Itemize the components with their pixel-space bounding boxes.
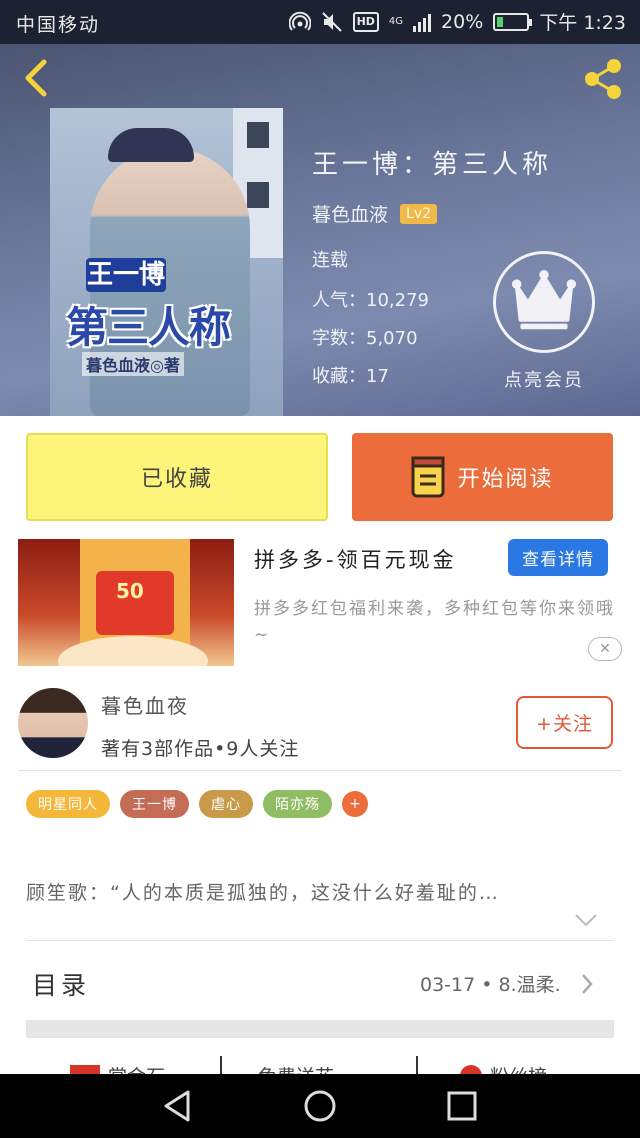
start-reading-button[interactable]: 开始阅读 <box>352 433 613 521</box>
network-type: 4G <box>388 16 404 27</box>
collected-button[interactable]: 已收藏 <box>26 433 328 521</box>
cover-cap <box>108 128 194 162</box>
divider <box>26 940 614 941</box>
tag-chip[interactable]: 陌亦殇 <box>263 790 332 818</box>
book-intro[interactable]: 顾笙歌：“人的本质是孤独的，这没什么好羞耻的… <box>26 878 500 905</box>
tab-divider <box>416 1056 418 1076</box>
divider <box>18 770 622 771</box>
tag-chip[interactable]: 王一博 <box>120 790 189 818</box>
nav-recents-icon[interactable] <box>442 1086 482 1126</box>
author-name[interactable]: 暮色血夜 <box>101 690 189 719</box>
share-icon[interactable] <box>580 56 626 102</box>
toc-latest-chapter[interactable]: 03-17 • 8.温柔. <box>420 970 561 997</box>
cover-title-line1: 王一博 <box>86 258 166 292</box>
author-level-badge: Lv2 <box>400 203 438 224</box>
book-cover[interactable]: 王一博 第三人称 暮色血液◎著 <box>50 108 283 416</box>
ad-detail-button[interactable]: 查看详情 <box>508 539 608 576</box>
mute-icon <box>321 11 342 32</box>
book-title: 王一博：第三人称 <box>312 150 553 180</box>
ad-image-amount: 50 <box>116 579 144 603</box>
follow-button[interactable]: +关注 <box>516 696 613 749</box>
chevron-down-icon[interactable] <box>574 912 598 928</box>
hd-badge: HD <box>352 11 379 32</box>
back-arrow-icon[interactable] <box>18 58 54 98</box>
ad-image[interactable]: 50 <box>18 539 234 666</box>
start-reading-label: 开始阅读 <box>457 467 554 492</box>
system-nav-bar <box>0 1074 640 1138</box>
book-author[interactable]: 暮色血液 <box>312 200 388 227</box>
author-avatar[interactable] <box>18 688 88 758</box>
cover-title-line2: 第三人称 <box>66 303 231 352</box>
clock: 下午 1:23 <box>539 12 626 34</box>
book-author-row: 暮色血液 Lv2 <box>312 200 438 227</box>
nav-back-icon[interactable] <box>158 1086 198 1126</box>
author-stats: 著有3部作品•9人关注 <box>101 738 300 760</box>
book-header: 王一博 第三人称 暮色血液◎著 王一博：第三人称 暮色血液 Lv2 连载 人气：… <box>0 44 640 416</box>
book-status: 连载 <box>312 250 348 271</box>
cover-author-line: 暮色血液◎著 <box>82 352 184 376</box>
signal-icon <box>413 13 432 32</box>
toc-label[interactable]: 目录 <box>32 966 90 1002</box>
tag-list: 明星同人 王一博 虐心 陌亦殇 + <box>26 790 368 818</box>
book-word-count: 字数：5,070 <box>312 328 418 349</box>
book-popularity: 人气：10,279 <box>312 290 429 311</box>
crown-icon[interactable] <box>493 251 595 353</box>
carrier-name: 中国移动 <box>16 14 101 36</box>
hotspot-icon <box>288 11 311 31</box>
battery-percent: 20% <box>441 10 484 33</box>
status-bar: 中国移动 HD 4G 20% 下午 1:23 <box>0 0 640 44</box>
ad-close-button[interactable]: ✕ <box>588 637 622 661</box>
tab-divider <box>220 1056 222 1076</box>
tag-chip[interactable]: 虐心 <box>199 790 253 818</box>
ad-title[interactable]: 拼多多-领百元现金 <box>254 544 457 574</box>
battery-icon <box>493 12 533 31</box>
nav-home-icon[interactable] <box>300 1086 340 1126</box>
book-icon <box>411 456 445 498</box>
book-favorites: 收藏：17 <box>312 366 389 387</box>
section-separator <box>26 1020 614 1038</box>
add-tag-button[interactable]: + <box>342 791 368 817</box>
tag-chip[interactable]: 明星同人 <box>26 790 110 818</box>
ad-description: 拼多多红包福利来袭，多种红包等你来领哦~ <box>254 599 615 645</box>
collected-label: 已收藏 <box>140 467 213 492</box>
chevron-right-icon[interactable] <box>580 973 594 995</box>
bottom-action-tabs: 赏金石 免费送花 粉丝榜 <box>0 1056 640 1076</box>
vip-label[interactable]: 点亮会员 <box>504 366 584 392</box>
